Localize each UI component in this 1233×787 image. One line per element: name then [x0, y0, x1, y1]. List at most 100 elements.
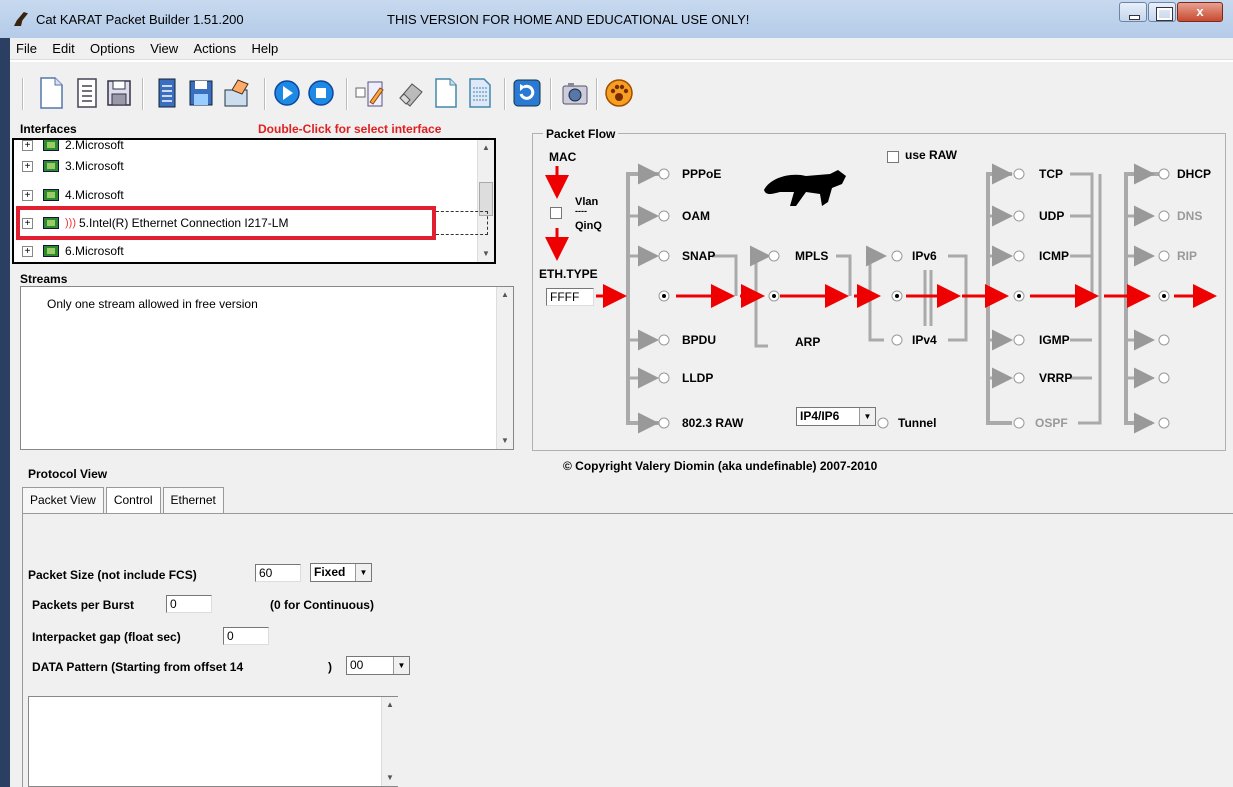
open-document-icon[interactable]	[72, 76, 102, 110]
checkbox-edit-icon[interactable]	[354, 76, 384, 110]
new-file-icon[interactable]	[36, 76, 66, 110]
raw-8023-option[interactable]: 802.3 RAW	[682, 416, 743, 430]
streams-scrollbar[interactable]: ▲ ▼	[496, 287, 513, 449]
ipv4-option[interactable]: IPv4	[912, 333, 937, 347]
refresh-icon[interactable]	[512, 76, 542, 110]
edition-notice: THIS VERSION FOR HOME AND EDUCATIONAL US…	[387, 12, 750, 27]
interpacket-gap-input[interactable]: 0	[223, 627, 269, 645]
stream-list-icon[interactable]	[152, 76, 182, 110]
title-bar: Cat KARAT Packet Builder 1.51.200 THIS V…	[0, 0, 1233, 38]
protocol-view-heading: Protocol View	[28, 467, 108, 481]
interfaces-heading: Interfaces	[20, 122, 77, 136]
list-item[interactable]: +4.Microsoft	[22, 184, 124, 206]
mpls-option[interactable]: MPLS	[795, 249, 828, 263]
list-item[interactable]: +6.Microsoft	[22, 240, 124, 262]
expand-icon[interactable]: +	[22, 189, 33, 201]
rip-option[interactable]: RIP	[1177, 249, 1197, 263]
chevron-down-icon[interactable]: ▼	[355, 564, 371, 581]
tab-ethernet[interactable]: Ethernet	[162, 487, 224, 513]
streams-heading: Streams	[20, 272, 68, 286]
data-pattern-select[interactable]: 00 ▼	[346, 656, 410, 675]
tunnel-option[interactable]: Tunnel	[898, 416, 936, 430]
minimize-button[interactable]	[1119, 2, 1147, 22]
ip-version-select[interactable]: IP4/IP6 ▼	[796, 407, 876, 426]
bpdu-option[interactable]: BPDU	[682, 333, 716, 347]
tcp-option[interactable]: TCP	[1039, 167, 1063, 181]
packet-size-mode-select[interactable]: Fixed ▼	[310, 563, 372, 582]
menu-file[interactable]: File	[10, 38, 43, 59]
eth-type-label: ETH.TYPE	[539, 267, 598, 281]
igmp-option[interactable]: IGMP	[1039, 333, 1070, 347]
expand-icon[interactable]: +	[22, 160, 33, 172]
menu-help[interactable]: Help	[245, 38, 284, 59]
toolbar-separator	[504, 78, 506, 110]
interfaces-scrollbar[interactable]: ▲ ▼	[477, 140, 494, 262]
blank-page-icon[interactable]	[430, 76, 460, 110]
textarea-scrollbar[interactable]: ▲ ▼	[381, 697, 398, 786]
save-icon[interactable]	[104, 76, 134, 110]
scroll-down-icon[interactable]: ▼	[478, 246, 494, 262]
data-pattern-textarea[interactable]: ▲ ▼	[28, 696, 398, 787]
edit-hand-icon[interactable]	[222, 76, 252, 110]
tab-packet-view[interactable]: Packet View	[22, 487, 104, 513]
expand-icon[interactable]: +	[22, 140, 33, 151]
qinq-label: QinQ	[575, 220, 602, 232]
menu-actions[interactable]: Actions	[188, 38, 243, 59]
window-title: Cat KARAT Packet Builder 1.51.200	[36, 12, 244, 27]
camera-icon[interactable]	[560, 76, 590, 110]
scroll-up-icon[interactable]: ▲	[497, 287, 513, 303]
play-icon[interactable]	[272, 76, 302, 110]
arp-option[interactable]: ARP	[795, 335, 820, 349]
menu-bar: File Edit Options View Actions Help	[10, 38, 1233, 60]
list-item[interactable]: +2.Microsoft	[22, 140, 124, 156]
streams-list[interactable]: Only one stream allowed in free version …	[20, 286, 514, 450]
maximize-button[interactable]	[1148, 2, 1176, 22]
lldp-option[interactable]: LLDP	[682, 371, 713, 385]
icmp-option[interactable]: ICMP	[1039, 249, 1069, 263]
menu-edit[interactable]: Edit	[46, 38, 80, 59]
network-card-icon	[43, 140, 59, 151]
scroll-down-icon[interactable]: ▼	[497, 433, 513, 449]
packets-per-burst-input[interactable]: 0	[166, 595, 212, 613]
scroll-down-icon[interactable]: ▼	[382, 770, 398, 786]
interfaces-list[interactable]: +2.Microsoft +3.Microsoft +4.Microsoft +…	[12, 138, 496, 264]
stop-icon[interactable]	[306, 76, 336, 110]
network-card-icon	[43, 189, 59, 201]
eraser-icon[interactable]	[396, 76, 426, 110]
window-left-edge	[0, 38, 10, 787]
vlan-checkbox[interactable]	[550, 207, 562, 219]
binary-file-icon[interactable]	[464, 76, 494, 110]
udp-option[interactable]: UDP	[1039, 209, 1064, 223]
menu-view[interactable]: View	[144, 38, 184, 59]
scroll-up-icon[interactable]: ▲	[382, 697, 398, 713]
toolbar-separator	[22, 78, 24, 110]
list-item[interactable]: +3.Microsoft	[22, 155, 124, 177]
streams-message: Only one stream allowed in free version	[47, 297, 258, 311]
vrrp-option[interactable]: VRRP	[1039, 371, 1072, 385]
chevron-down-icon[interactable]: ▼	[393, 657, 409, 674]
packet-flow-diagram	[545, 163, 1217, 434]
oam-option[interactable]: OAM	[682, 209, 710, 223]
save-stream-icon[interactable]	[186, 76, 216, 110]
packet-size-input[interactable]: 60	[255, 564, 301, 582]
menu-options[interactable]: Options	[84, 38, 141, 59]
ipv6-option[interactable]: IPv6	[912, 249, 937, 263]
close-button[interactable]: x	[1177, 2, 1223, 22]
eth-type-input[interactable]: FFFF	[546, 288, 594, 306]
dhcp-option[interactable]: DHCP	[1177, 167, 1211, 181]
interpacket-gap-label: Interpacket gap (float sec)	[32, 630, 181, 644]
scroll-up-icon[interactable]: ▲	[478, 140, 494, 156]
ospf-option[interactable]: OSPF	[1035, 416, 1068, 430]
mac-label: MAC	[549, 150, 577, 164]
use-raw-checkbox[interactable]	[887, 151, 899, 163]
chevron-down-icon[interactable]: ▼	[859, 408, 875, 425]
paw-icon[interactable]	[604, 76, 634, 110]
tab-control[interactable]: Control	[105, 487, 161, 513]
packets-per-burst-label: Packets per Burst	[32, 598, 135, 612]
expand-icon[interactable]: +	[22, 245, 33, 257]
dns-option[interactable]: DNS	[1177, 209, 1202, 223]
use-raw-label: use RAW	[905, 148, 958, 162]
vlan-separator: ----	[575, 206, 587, 216]
pppoe-option[interactable]: PPPoE	[682, 167, 721, 181]
snap-option[interactable]: SNAP	[682, 249, 715, 263]
